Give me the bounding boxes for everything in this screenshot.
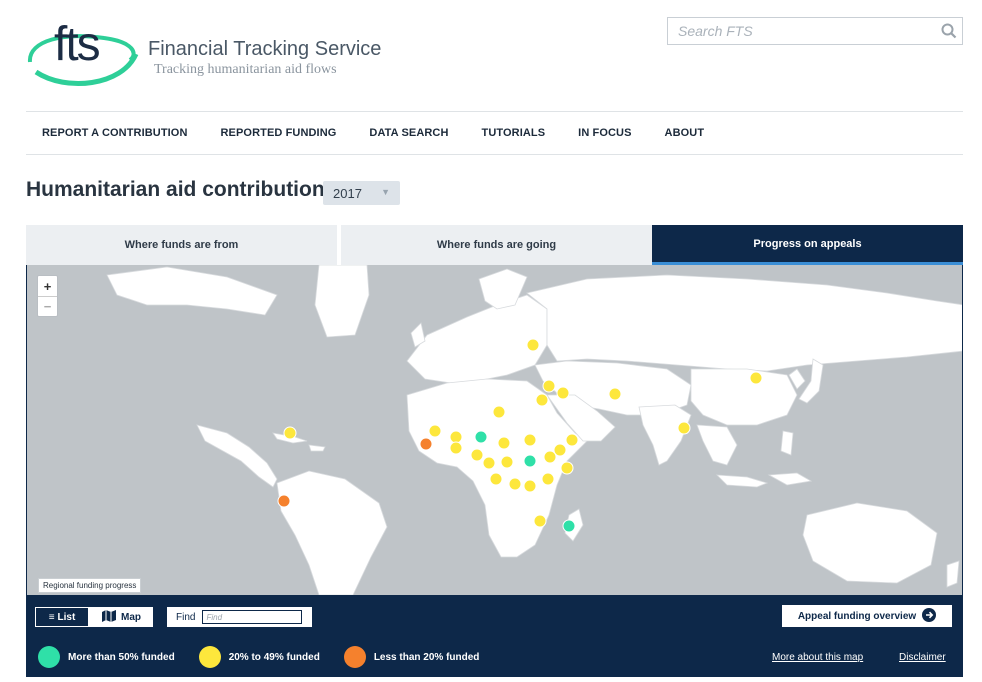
search-icon[interactable] — [936, 18, 962, 44]
arrow-right-circle-icon — [922, 607, 937, 625]
legend-item-high: More than 50% funded — [38, 646, 175, 668]
marker-mauritania — [428, 424, 442, 438]
marker-burkina — [449, 441, 463, 455]
disclaimer-link[interactable]: Disclaimer — [899, 652, 946, 663]
marker-mali — [449, 430, 463, 444]
year-select[interactable]: 2017 ▼ — [323, 181, 400, 205]
marker-lebanon — [535, 393, 549, 407]
find-box: Find — [167, 607, 312, 627]
nav-item-data-search[interactable]: DATA SEARCH — [369, 127, 448, 139]
marker-sudan — [523, 433, 537, 447]
marker-haiti — [283, 426, 297, 440]
marker-somalia — [560, 461, 574, 475]
marker-zimbabwe — [533, 514, 547, 528]
nav-item-in-focus[interactable]: IN FOCUS — [578, 127, 631, 139]
find-input[interactable] — [202, 610, 303, 624]
marker-iraq — [556, 386, 570, 400]
marker-niger — [474, 430, 488, 444]
marker-nigeria — [470, 448, 484, 462]
tab-where-funds-going[interactable]: Where funds are going — [341, 225, 652, 265]
list-view-button[interactable]: ≡ List — [35, 607, 89, 627]
page: fts Financial Tracking Service Tracking … — [0, 0, 982, 682]
tab-progress-on-appeals[interactable]: Progress on appeals — [652, 225, 963, 265]
year-select-value: 2017 — [333, 185, 362, 201]
find-label: Find — [176, 611, 196, 623]
legend-dot-low — [343, 646, 366, 668]
tab-where-funds-from[interactable]: Where funds are from — [26, 225, 337, 265]
regional-funding-label[interactable]: Regional funding progress — [38, 578, 142, 593]
marker-myanmar — [677, 421, 691, 435]
search-input[interactable] — [668, 18, 936, 44]
zoom-control: + − — [37, 275, 58, 317]
brand-tagline: Tracking humanitarian aid flows — [154, 62, 337, 77]
marker-uganda — [508, 477, 522, 491]
legend-label-low: Less than 20% funded — [373, 651, 480, 663]
search-box — [667, 17, 963, 45]
marker-peru — [277, 494, 291, 508]
legend-label-high: More than 50% funded — [68, 651, 175, 663]
view-toggle: ≡ List Map — [35, 607, 153, 627]
legend-item-mid: 20% to 49% funded — [198, 646, 320, 668]
appeal-funding-overview-button[interactable]: Appeal funding overview — [782, 605, 952, 627]
more-about-map-link[interactable]: More about this map — [772, 652, 863, 663]
list-icon: ≡ — [48, 611, 55, 623]
list-view-label: List — [57, 611, 76, 623]
marker-djibouti — [543, 450, 557, 464]
marker-kenya — [523, 479, 537, 493]
overview-label: Appeal funding overview — [797, 610, 917, 622]
world-map[interactable]: + − Regional funding progress — [26, 265, 963, 595]
nav-item-about[interactable]: ABOUT — [665, 127, 705, 139]
chevron-down-icon: ▼ — [381, 187, 390, 197]
appeal-markers — [277, 338, 763, 533]
map-view-label: Map — [121, 611, 141, 623]
nav-item-report-contribution[interactable]: REPORT A CONTRIBUTION — [42, 127, 188, 139]
funding-legend: More than 50% funded 20% to 49% funded L… — [38, 646, 503, 668]
marker-eritrea — [565, 433, 579, 447]
marker-senegal — [419, 437, 433, 451]
page-title: Humanitarian aid contributions — [26, 178, 337, 201]
marker-afghanistan — [608, 387, 622, 401]
marker-dprk — [749, 371, 763, 385]
zoom-in-button[interactable]: + — [38, 276, 57, 296]
fts-logo[interactable]: fts — [26, 10, 146, 88]
zoom-out-button[interactable]: − — [38, 296, 57, 316]
marker-cameroon — [482, 456, 496, 470]
marker-burundi — [541, 472, 555, 486]
marker-syria — [542, 379, 556, 393]
marker-ukraine — [526, 338, 540, 352]
marker-drc — [489, 472, 503, 486]
legend-item-low: Less than 20% funded — [343, 646, 480, 668]
marker-chad — [497, 436, 511, 450]
map-view-button[interactable]: Map — [89, 607, 153, 627]
logo-text: fts — [54, 18, 100, 71]
nav-item-reported-funding[interactable]: REPORTED FUNDING — [221, 127, 337, 139]
nav-item-tutorials[interactable]: TUTORIALS — [482, 127, 546, 139]
map-controls-bar: ≡ List Map Find Appeal funding overview — [26, 595, 963, 677]
brand-name: Financial Tracking Service — [148, 38, 382, 60]
legend-dot-high — [38, 646, 60, 668]
legend-label-mid: 20% to 49% funded — [228, 651, 320, 663]
marker-madagascar — [562, 519, 576, 533]
main-nav: REPORT A CONTRIBUTION REPORTED FUNDING D… — [26, 111, 963, 155]
marker-car — [500, 455, 514, 469]
marker-south-sudan — [523, 454, 537, 468]
tab-bar: Where funds are from Where funds are goi… — [26, 225, 963, 265]
marker-libya — [492, 405, 506, 419]
map-icon — [101, 609, 117, 625]
legend-dot-mid — [198, 646, 221, 668]
